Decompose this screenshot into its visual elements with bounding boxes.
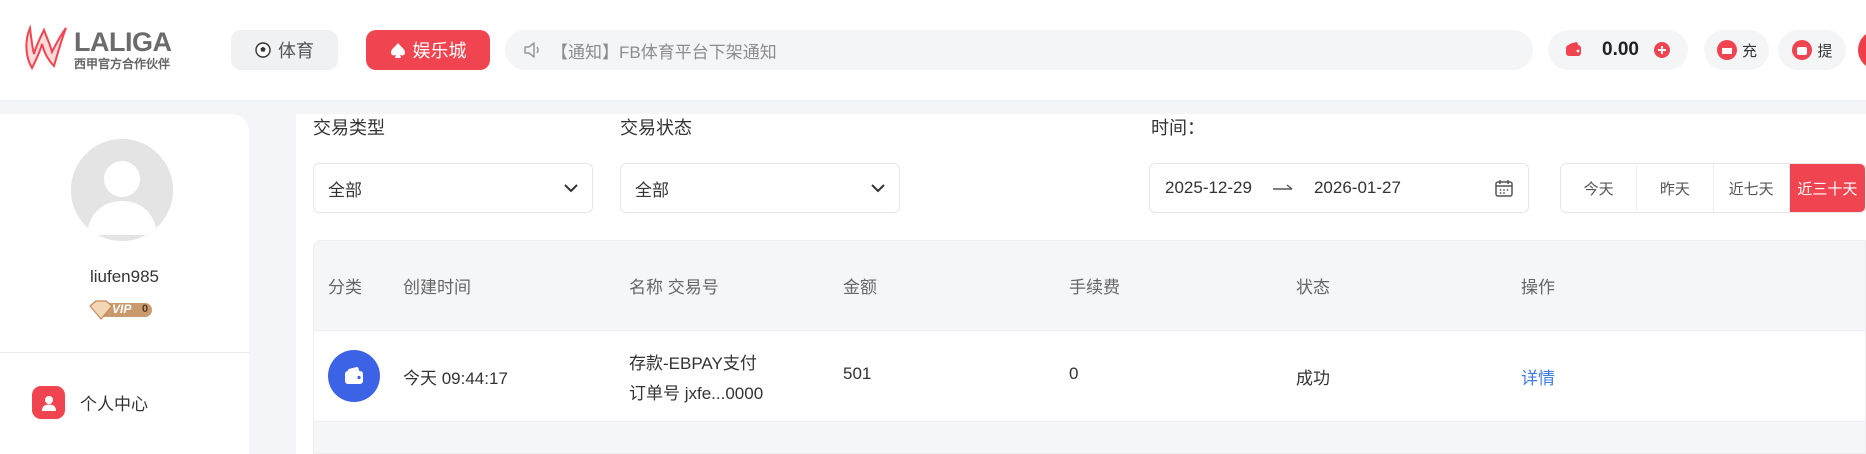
balance-pill[interactable]: 0.00 [1548, 30, 1688, 70]
transaction-status-label: 交易状态 [620, 118, 692, 138]
column-header-name-order: 名称 交易号 [629, 278, 719, 297]
fee: 0 [1069, 364, 1079, 383]
refresh-balance-icon[interactable] [1653, 41, 1671, 59]
notice-bar[interactable]: 【通知】FB体育平台下架通知 [505, 30, 1533, 70]
sidebar-divider [0, 352, 249, 353]
transaction-name: 存款-EBPAY支付 [629, 354, 757, 373]
column-header-amount: 金额 [843, 278, 877, 297]
chevron-down-icon [871, 183, 885, 192]
sidebar: liufen985 VIP 0 个人中心 [0, 114, 249, 454]
time-label: 时间： [1151, 118, 1205, 138]
default-avatar-icon [71, 139, 173, 241]
nav-casino-button[interactable]: 娱乐城 [366, 30, 490, 70]
column-header-status: 状态 [1296, 278, 1330, 297]
logo-text: LALIGA [74, 27, 172, 57]
user-menu-button[interactable] [1858, 30, 1866, 70]
range-yesterday-button[interactable]: 昨天 [1637, 164, 1714, 212]
balance-amount: 0.00 [1602, 39, 1639, 60]
quick-range-group: 今天 昨天 近七天 近三十天 [1560, 163, 1866, 213]
user-icon [32, 386, 65, 419]
deposit-button[interactable]: 充 [1704, 30, 1769, 70]
range-7days-button[interactable]: 近七天 [1714, 164, 1790, 212]
withdraw-icon [1792, 40, 1813, 60]
order-number: 订单号 jxfe...0000 [629, 384, 764, 403]
deposit-label: 充 [1741, 42, 1757, 60]
column-header-category: 分类 [328, 278, 362, 297]
logo-subtitle: 西甲官方合作伙伴 [74, 57, 171, 71]
username: liufen985 [89, 267, 159, 286]
sidebar-item-label: 个人中心 [80, 395, 148, 414]
deposit-icon [1716, 40, 1737, 60]
column-header-fee: 手续费 [1069, 278, 1120, 297]
withdraw-button[interactable]: 提 [1778, 30, 1846, 70]
date-end[interactable]: 2026-01-27 [1314, 178, 1401, 198]
chevron-down-icon [564, 183, 578, 192]
created-time: 今天 09:44:17 [403, 369, 508, 388]
table-row[interactable]: 今天 09:44:17 存款-EBPAY支付 订单号 jxfe...0000 5… [314, 330, 1865, 422]
column-header-action: 操作 [1521, 278, 1555, 297]
spade-icon [390, 42, 405, 58]
date-start[interactable]: 2025-12-29 [1165, 178, 1252, 198]
nav-sports-label: 体育 [278, 41, 314, 61]
laliga-logo[interactable]: LALIGA 西甲官方合作伙伴 [22, 22, 172, 74]
transaction-type-select[interactable]: 全部 [313, 163, 593, 213]
range-30days-button[interactable]: 近三十天 [1789, 164, 1865, 212]
wallet-icon [1566, 42, 1581, 56]
arrow-right-icon [1272, 184, 1293, 190]
wallet-icon [328, 350, 380, 402]
notice-text: 【通知】FB体育平台下架通知 [551, 42, 777, 62]
nav-sports-button[interactable]: 体育 [231, 30, 338, 70]
date-range-picker[interactable]: 2025-12-29 2026-01-27 [1149, 163, 1529, 213]
transaction-records-panel: 交易类型 交易状态 时间： 全部 全部 2025-12-29 2026-01-2… [296, 114, 1866, 454]
transaction-type-label: 交易类型 [313, 118, 385, 138]
sidebar-item-personal-center[interactable]: 个人中心 [32, 386, 148, 419]
top-header: LALIGA 西甲官方合作伙伴 体育 娱乐城 【通知】FB体育平台下架通知 0.… [0, 0, 1866, 100]
withdraw-label: 提 [1817, 42, 1833, 60]
speaker-icon [524, 42, 539, 58]
range-today-button[interactable]: 今天 [1561, 164, 1638, 212]
nav-casino-label: 娱乐城 [412, 41, 467, 61]
details-link[interactable]: 详情 [1521, 364, 1555, 389]
transactions-table: 分类 创建时间 名称 交易号 金额 手续费 状态 操作 今天 09:44:17 … [313, 240, 1866, 454]
amount: 501 [843, 364, 872, 383]
transaction-type-value: 全部 [328, 180, 362, 200]
transaction-status-value: 全部 [635, 180, 669, 200]
avatar[interactable] [71, 139, 173, 241]
soccer-ball-icon [255, 42, 271, 58]
vip-label: VIP [112, 302, 132, 316]
calendar-icon[interactable] [1494, 178, 1514, 198]
vip-badge: VIP 0 [88, 300, 154, 320]
laliga-logo-mark [25, 24, 67, 71]
status: 成功 [1296, 369, 1330, 388]
table-header: 分类 创建时间 名称 交易号 金额 手续费 状态 操作 [314, 241, 1865, 330]
column-header-created-time: 创建时间 [403, 278, 471, 297]
transaction-status-select[interactable]: 全部 [620, 163, 900, 213]
vip-level: 0 [142, 303, 149, 315]
